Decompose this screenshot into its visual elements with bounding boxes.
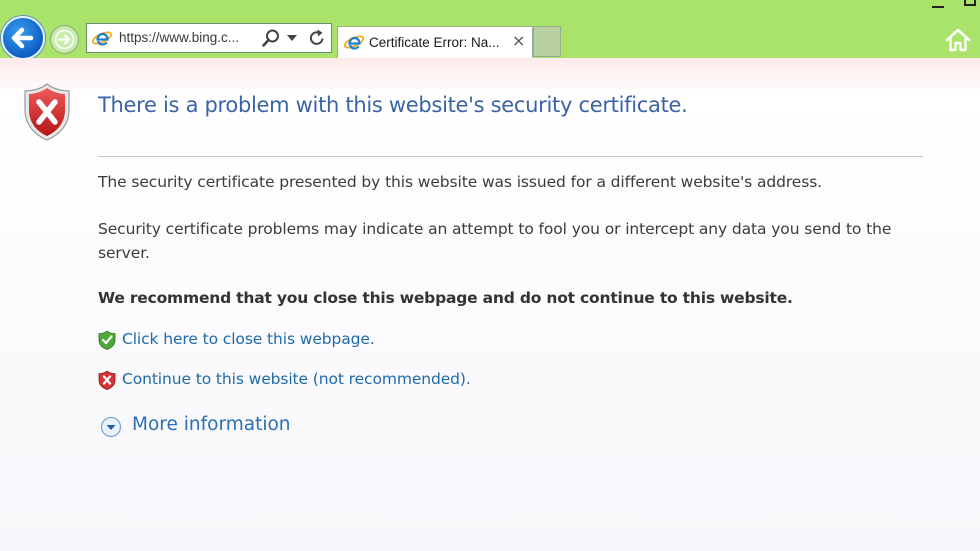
forward-button[interactable] xyxy=(50,25,79,54)
back-arrow-icon xyxy=(11,27,34,49)
internet-explorer-icon xyxy=(343,35,365,50)
security-warning: Security certificate problems may indica… xyxy=(98,220,892,262)
refresh-icon[interactable] xyxy=(307,28,327,48)
certificate-error-page: There is a problem with this website's s… xyxy=(0,58,980,551)
browser-toolbar: https://www.bing.c... Certificate Error:… xyxy=(0,0,980,60)
close-webpage-link[interactable]: Click here to close this webpage. xyxy=(122,330,375,348)
close-icon[interactable]: × xyxy=(512,33,525,49)
forward-arrow-icon xyxy=(54,29,75,50)
error-description: The security certificate presented by th… xyxy=(98,173,823,191)
internet-explorer-icon xyxy=(91,31,113,46)
green-shield-icon xyxy=(98,330,116,350)
tab-certificate-error[interactable]: Certificate Error: Na... × xyxy=(337,26,533,58)
continue-website-link[interactable]: Continue to this website (not recommende… xyxy=(122,370,471,388)
divider xyxy=(98,156,923,157)
home-icon[interactable] xyxy=(944,26,972,54)
page-title: There is a problem with this website's s… xyxy=(98,93,688,117)
minimize-button[interactable] xyxy=(932,0,944,8)
address-url[interactable]: https://www.bing.c... xyxy=(119,30,239,45)
tab-title: Certificate Error: Na... xyxy=(369,35,500,50)
error-shield-icon xyxy=(24,83,70,141)
expand-chevron-icon[interactable] xyxy=(100,416,122,438)
chevron-down-icon[interactable] xyxy=(287,35,297,41)
address-bar[interactable]: https://www.bing.c... xyxy=(86,23,332,53)
new-tab-button[interactable] xyxy=(533,26,561,57)
more-information-link[interactable]: More information xyxy=(132,414,291,435)
search-icon[interactable] xyxy=(261,28,281,48)
back-button[interactable] xyxy=(1,16,45,60)
red-shield-icon xyxy=(98,370,116,390)
maximize-button[interactable] xyxy=(964,0,976,6)
recommendation-text: We recommend that you close this webpage… xyxy=(98,289,793,307)
